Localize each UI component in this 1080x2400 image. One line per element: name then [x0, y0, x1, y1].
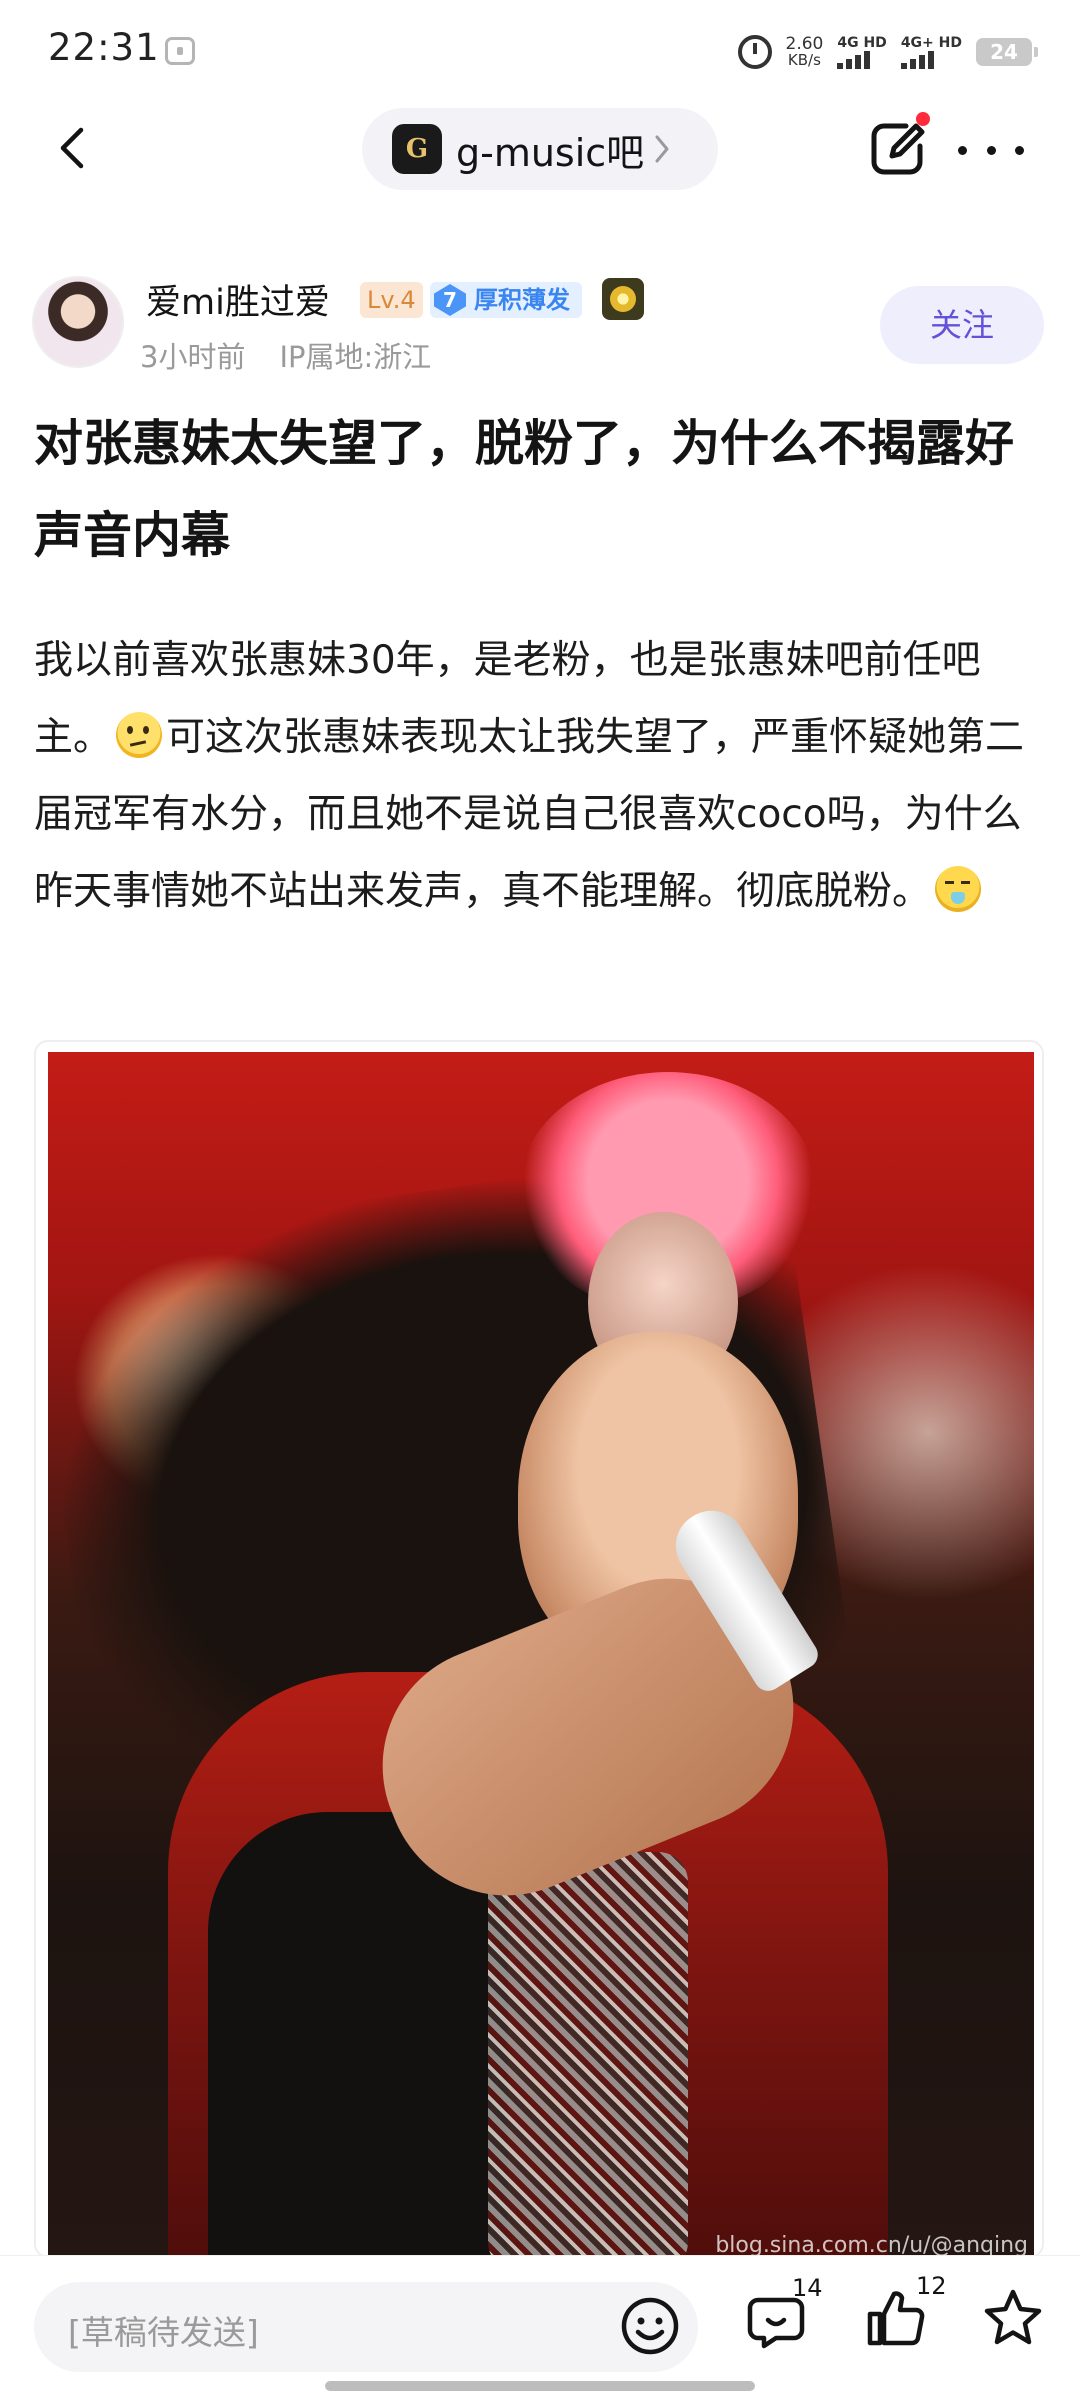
signal-2-label: 4G+ HD	[900, 34, 962, 51]
back-button[interactable]	[40, 116, 104, 180]
status-time: 22:31	[48, 26, 160, 69]
honor-badge: 7 厚积薄发	[430, 282, 582, 318]
forum-logo: G	[392, 124, 442, 174]
ip-location: IP属地:浙江	[279, 340, 432, 374]
network-speed-value: 2.60	[785, 34, 824, 54]
favorite-button[interactable]	[980, 2286, 1052, 2358]
status-indicators: 2.60 KB/s 4G HD 4G+ HD 24	[737, 30, 1038, 74]
network-speed-unit: KB/s	[787, 51, 821, 69]
post-time: 3小时前	[140, 340, 246, 374]
bottom-action-bar: [草稿待发送] 14 12	[0, 2255, 1080, 2400]
vomiting-face-icon	[935, 866, 982, 912]
signal-bars-icon	[900, 50, 934, 69]
dot-icon	[1015, 145, 1024, 155]
medal-icon	[602, 278, 644, 320]
signal-2: 4G+ HD	[900, 34, 962, 69]
forum-link[interactable]: G g-music吧	[362, 108, 718, 190]
status-bar: 22:31 2.60 KB/s 4G HD 4G+ HD 24	[0, 0, 1080, 100]
battery-icon: 24	[976, 38, 1038, 66]
dot-icon	[986, 145, 996, 155]
post-body: 我以前喜欢张惠妹30年，是老粉，也是张惠妹吧前任吧主。 可这次张惠妹表现太让我失望…	[34, 622, 1054, 930]
post-image[interactable]: blog.sina.com.cn/u/@anqing	[34, 1040, 1044, 2258]
signal-1-label: 4G HD	[837, 34, 887, 51]
star-icon	[984, 2289, 1042, 2345]
home-indicator[interactable]	[325, 2381, 755, 2391]
comment-count: 14	[792, 2274, 823, 2302]
lock-icon	[165, 37, 195, 65]
avatar[interactable]	[32, 276, 124, 368]
chevron-right-icon	[655, 135, 669, 163]
dot-icon	[958, 145, 967, 155]
like-button[interactable]: 12	[864, 2272, 947, 2358]
reply-input[interactable]: [草稿待发送]	[34, 2282, 698, 2372]
forum-name: g-music吧	[456, 130, 645, 175]
more-options-button[interactable]	[958, 130, 1024, 170]
comment-button[interactable]: 14	[746, 2274, 823, 2358]
notification-dot	[916, 112, 930, 126]
compose-button[interactable]	[862, 112, 934, 184]
post-meta: 3小时前 IP属地:浙江	[140, 334, 431, 376]
chevron-left-icon	[60, 127, 84, 169]
level-badge: Lv.4	[360, 282, 423, 318]
author-name[interactable]: 爱mi胜过爱	[146, 274, 330, 325]
alarm-icon	[737, 35, 772, 69]
concert-photo: blog.sina.com.cn/u/@anqing	[48, 1052, 1034, 2256]
post-title: 对张惠妹太失望了，脱粉了，为什么不揭露好声音内幕	[34, 415, 1015, 564]
author-row: 爱mi胜过爱 Lv.4 7 厚积薄发 3小时前 IP属地:浙江 关注	[0, 270, 1080, 380]
signal-bars-icon	[837, 50, 871, 69]
network-speed: 2.60 KB/s	[785, 34, 824, 69]
thinking-face-icon	[116, 712, 163, 758]
top-nav: G g-music吧	[0, 100, 1080, 200]
like-count: 12	[916, 2272, 947, 2300]
honor-label: 厚积薄发	[474, 286, 570, 314]
reply-placeholder: [草稿待发送]	[68, 2313, 259, 2352]
signal-1: 4G HD	[837, 34, 887, 69]
emoji-icon[interactable]	[618, 2294, 682, 2358]
honor-gem-icon: 7	[434, 284, 466, 316]
post-body-part2: 可这次张惠妹表现太让我失望了，严重怀疑她第二届冠军有水分，而且她不是说自己很喜欢…	[34, 715, 1025, 914]
follow-button[interactable]: 关注	[880, 286, 1044, 364]
